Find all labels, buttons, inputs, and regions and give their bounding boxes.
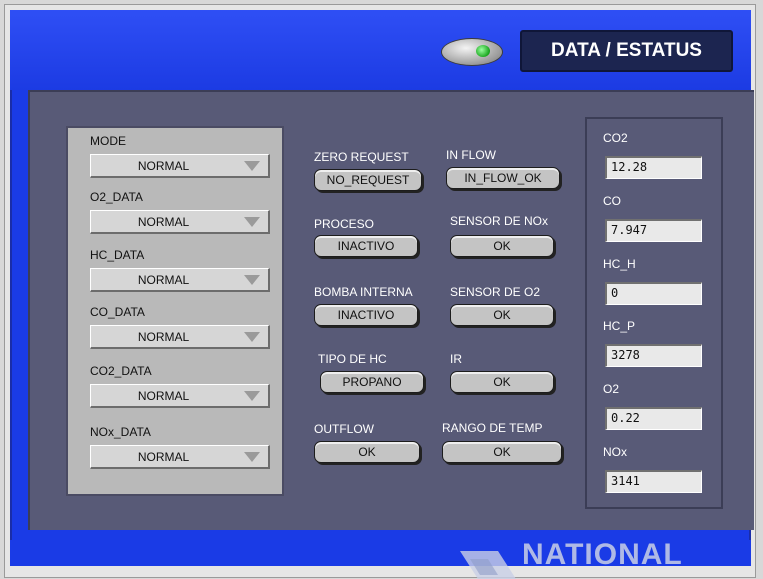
o2-label: O2 (603, 382, 620, 396)
sensor-nox-label: SENSOR DE NOx (450, 214, 549, 228)
co2-label: CO2 (603, 131, 628, 145)
nox-readout: 3141 (605, 470, 702, 493)
dropdown-arrow-icon (244, 332, 260, 342)
dropdown-arrow-icon (244, 275, 260, 285)
zero-request-label: ZERO REQUEST (314, 150, 409, 164)
co2-readout: 12.28 (605, 156, 702, 179)
tipo-de-hc-label: TIPO DE HC (318, 352, 387, 366)
co-readout: 7.947 (605, 219, 702, 242)
sensor-o2-indicator: OK (450, 304, 554, 326)
nox-data-ring[interactable]: NORMAL (90, 445, 270, 469)
ir-indicator: OK (450, 371, 554, 393)
dropdown-arrow-icon (244, 452, 260, 462)
hc-h-label: HC_H (603, 257, 636, 271)
o2-readout: 0.22 (605, 407, 702, 430)
proceso-label: PROCESO (314, 217, 375, 231)
led-dot (476, 45, 490, 57)
zero-request-indicator: NO_REQUEST (314, 169, 422, 191)
co-data-value: NORMAL (137, 330, 190, 344)
co2-data-label: CO2_DATA (90, 364, 152, 378)
hc-data-value: NORMAL (137, 273, 190, 287)
o2-data-label: O2_DATA (90, 190, 143, 204)
in-flow-indicator: IN_FLOW_OK (446, 167, 560, 189)
co2-data-ring[interactable]: NORMAL (90, 384, 270, 408)
o2-data-ring[interactable]: NORMAL (90, 210, 270, 234)
mode-panel: MODE NORMAL O2_DATA NORMAL HC_DATA NORMA… (66, 126, 284, 496)
co-label: CO (603, 194, 621, 208)
hc-data-label: HC_DATA (90, 248, 145, 262)
national-logo-icon (460, 551, 516, 579)
hc-data-ring[interactable]: NORMAL (90, 268, 270, 292)
nox-data-value: NORMAL (137, 450, 190, 464)
ir-label: IR (450, 352, 462, 366)
in-flow-label: IN FLOW (446, 148, 496, 162)
outflow-indicator: OK (314, 441, 420, 463)
hc-p-readout: 3278 (605, 344, 702, 367)
sensor-o2-label: SENSOR DE O2 (450, 285, 541, 299)
o2-data-value: NORMAL (137, 215, 190, 229)
dropdown-arrow-icon (244, 217, 260, 227)
co-data-ring[interactable]: NORMAL (90, 325, 270, 349)
dropdown-arrow-icon (244, 161, 260, 171)
led-indicator-icon (441, 38, 503, 66)
nox-data-label: NOx_DATA (90, 425, 151, 439)
dropdown-arrow-icon (244, 391, 260, 401)
sensor-nox-indicator: OK (450, 235, 554, 257)
proceso-indicator: INACTIVO (314, 235, 418, 257)
nox-label: NOx (603, 445, 627, 459)
readings-panel: CO2 12.28 CO 7.947 HC_H 0 HC_P 3278 O2 0… (585, 117, 723, 509)
tipo-de-hc-indicator: PROPANO (320, 371, 424, 393)
bomba-interna-label: BOMBA INTERNA (314, 285, 413, 299)
data-estatus-button[interactable]: DATA / ESTATUS (520, 30, 733, 72)
hc-h-readout: 0 (605, 282, 702, 305)
rango-temp-indicator: OK (442, 441, 562, 463)
co2-data-value: NORMAL (137, 389, 190, 403)
hc-p-label: HC_P (603, 319, 636, 333)
mode-ring[interactable]: NORMAL (90, 154, 270, 178)
outflow-label: OUTFLOW (314, 422, 374, 436)
watermark-text: NATIONAL (522, 538, 683, 571)
bomba-interna-indicator: INACTIVO (314, 304, 418, 326)
co-data-label: CO_DATA (90, 305, 145, 319)
rango-temp-label: RANGO DE TEMP (442, 421, 543, 435)
mode-label: MODE (90, 134, 126, 148)
mode-value: NORMAL (137, 159, 190, 173)
